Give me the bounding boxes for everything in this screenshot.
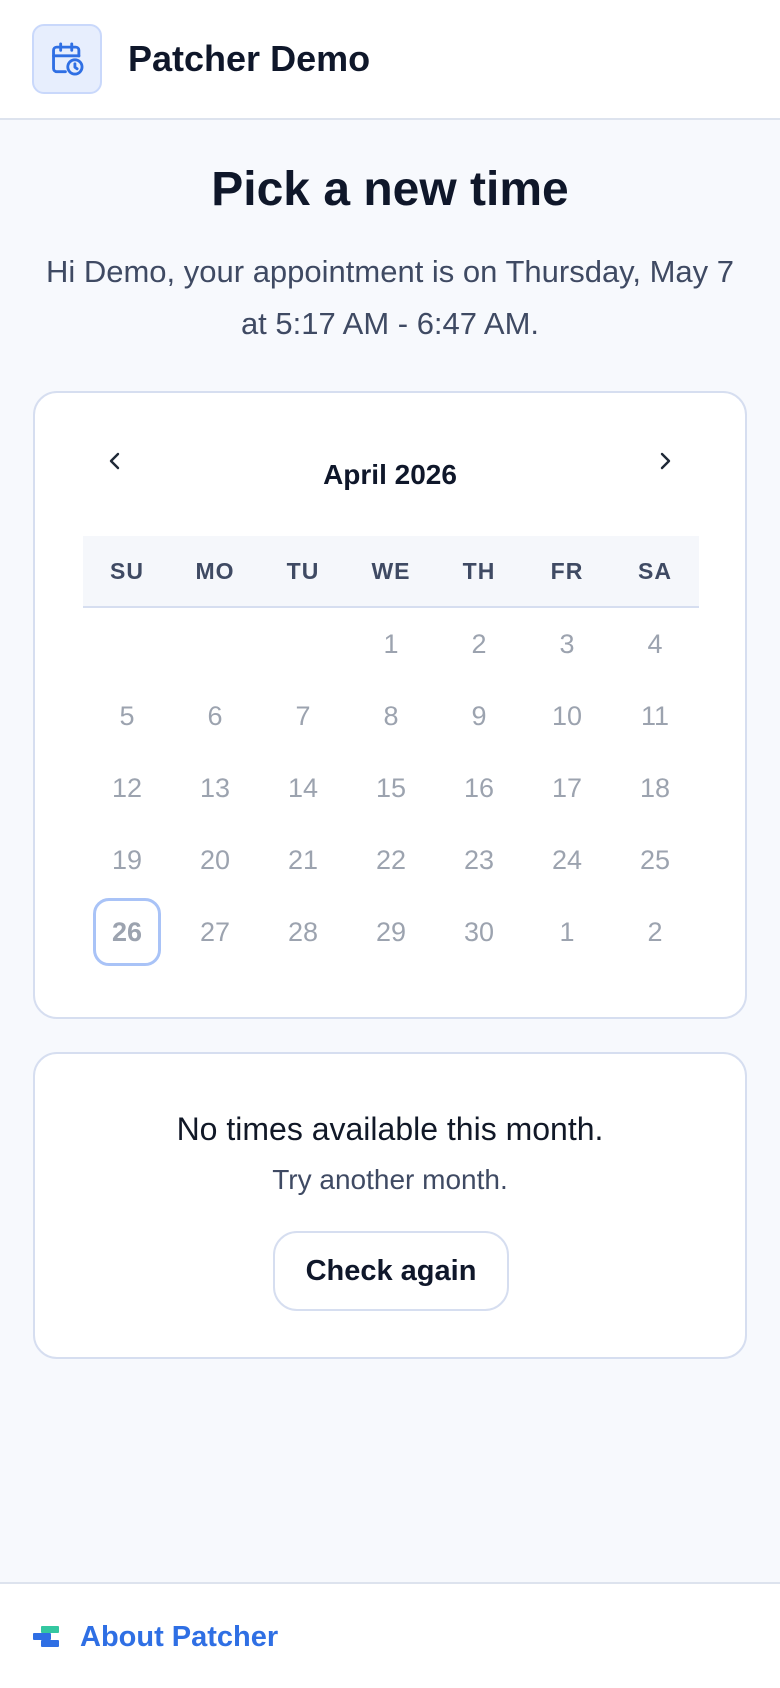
check-again-button[interactable]: Check again — [273, 1231, 509, 1311]
weekday-label: SA — [638, 557, 672, 584]
calendar-day[interactable]: 7 — [259, 680, 347, 752]
weekday-label: FR — [550, 557, 584, 584]
calendar-days-grid: 1 2 3 4 5 6 7 8 9 10 11 12 13 14 15 16 17 18 19 20 21 22 23 24 2… — [83, 608, 699, 968]
calendar-day[interactable]: 17 — [523, 752, 611, 824]
app-header: Patcher Demo — [0, 0, 780, 120]
calendar-day-empty — [259, 608, 347, 680]
calendar-day[interactable]: 6 — [171, 680, 259, 752]
page-title: Pick a new time — [211, 163, 569, 216]
availability-card: No times available this month. Try anoth… — [33, 1052, 747, 1359]
calendar-day[interactable]: 2 — [435, 608, 523, 680]
calendar-day[interactable]: 8 — [347, 680, 435, 752]
calendar-day[interactable]: 11 — [611, 680, 699, 752]
calendar-day[interactable]: 5 — [83, 680, 171, 752]
no-times-message: No times available this month. — [176, 1111, 604, 1147]
calendar-day[interactable]: 28 — [259, 896, 347, 968]
calendar-day[interactable]: 10 — [523, 680, 611, 752]
weekday-label: SU — [110, 557, 144, 584]
about-patcher-link[interactable]: About Patcher — [80, 1618, 278, 1656]
calendar-day[interactable]: 21 — [259, 824, 347, 896]
app-title: Patcher Demo — [128, 38, 371, 79]
calendar-day[interactable]: 20 — [171, 824, 259, 896]
weekday-label: TU — [286, 557, 320, 584]
calendar-day[interactable]: 9 — [435, 680, 523, 752]
calendar-day[interactable]: 1 — [347, 608, 435, 680]
calendar-day[interactable]: 13 — [171, 752, 259, 824]
calendar-day-empty — [171, 608, 259, 680]
calendar-day[interactable]: 2 — [611, 896, 699, 968]
next-month-button[interactable] — [641, 437, 689, 485]
calendar-day[interactable]: 22 — [347, 824, 435, 896]
calendar-clock-icon — [32, 24, 102, 94]
weekday-label: MO — [195, 557, 235, 584]
patcher-logo-icon — [33, 1626, 59, 1647]
calendar-day[interactable]: 18 — [611, 752, 699, 824]
calendar-day[interactable]: 27 — [171, 896, 259, 968]
calendar-day[interactable]: 12 — [83, 752, 171, 824]
calendar-day[interactable]: 29 — [347, 896, 435, 968]
calendar-day[interactable]: 4 — [611, 608, 699, 680]
calendar-day-empty — [83, 608, 171, 680]
calendar-day[interactable]: 1 — [523, 896, 611, 968]
calendar-day[interactable]: 25 — [611, 824, 699, 896]
weekday-label: WE — [371, 557, 411, 584]
no-times-hint: Try another month. — [272, 1164, 508, 1195]
calendar-day[interactable]: 19 — [83, 824, 171, 896]
calendar-day[interactable]: 3 — [523, 608, 611, 680]
weekday-label: TH — [462, 557, 496, 584]
calendar-card: April 2026 SU MO TU WE TH FR SA 12345678… — [33, 391, 747, 1019]
weekday-header: SU MO TU WE TH FR SA — [83, 536, 699, 608]
calendar-day-today[interactable]: 26 — [93, 898, 161, 966]
month-label: April 2026 — [323, 459, 457, 490]
chevron-right-icon — [660, 452, 671, 470]
calendar-day[interactable]: 23 — [435, 824, 523, 896]
calendar-day[interactable]: 14 — [259, 752, 347, 824]
calendar-day[interactable]: 16 — [435, 752, 523, 824]
calendar-day[interactable]: 15 — [347, 752, 435, 824]
app-footer: About Patcher — [0, 1582, 780, 1688]
appointment-summary: Hi Demo, your appointment is on Thursday… — [45, 254, 735, 341]
calendar-day[interactable]: 24 — [523, 824, 611, 896]
calendar-day[interactable]: 30 — [435, 896, 523, 968]
